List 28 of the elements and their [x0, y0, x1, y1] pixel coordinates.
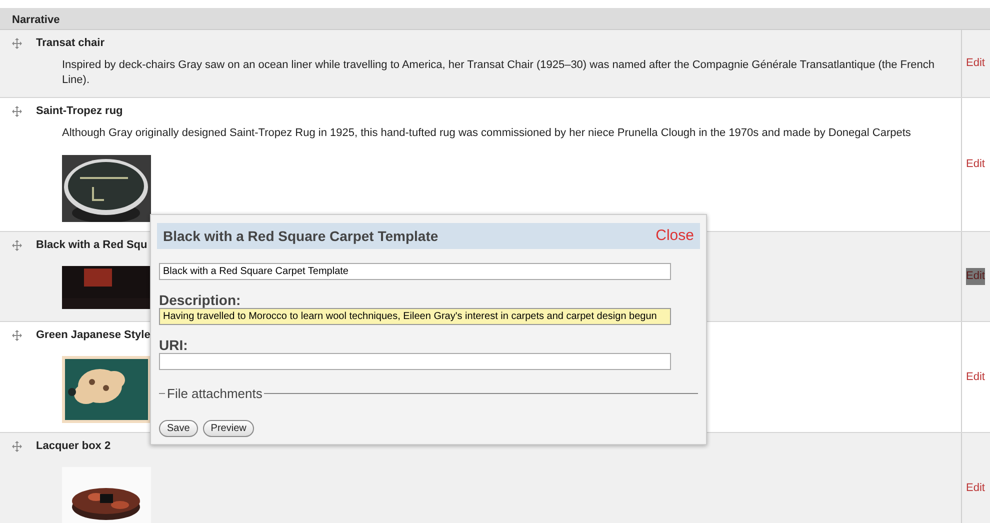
- dialog-title: Black with a Red Square Carpet Template: [163, 226, 438, 246]
- item-description: Although Gray originally designed Saint-Tropez Rug in 1925, this hand-tufted rug was commissioned by her niece Prunella Clough in the 1970s and made by Donegal Carpets: [61, 126, 912, 141]
- item-title: Green Japanese Style: [36, 329, 150, 342]
- edit-link[interactable]: Edit: [966, 480, 985, 496]
- item-title: Black with a Red Squ: [36, 239, 148, 252]
- drag-handle-icon[interactable]: [12, 441, 22, 452]
- drag-handle-icon[interactable]: [12, 106, 22, 117]
- field-label: URI:: [159, 337, 189, 353]
- edit-link[interactable]: Edit: [966, 368, 985, 386]
- column-header: Narrative: [0, 8, 990, 30]
- edit-link[interactable]: Edit: [966, 55, 985, 72]
- fieldset-legend: File attachments: [165, 384, 264, 404]
- close-button[interactable]: Close: [656, 224, 694, 248]
- form-button[interactable]: Save: [159, 420, 198, 436]
- field-label: Description:: [159, 292, 242, 308]
- edit-link[interactable]: Edit: [966, 268, 985, 285]
- item-title: Lacquer box 2: [36, 440, 111, 453]
- item-description: Inspired by deck-chairs Gray saw on an ocean liner while travelling to America, her Transat Chair (1925–30) was named after the Compagnie Générale Transatlantique (the French Line).: [61, 58, 936, 88]
- input-field[interactable]: Black with a Red Square Carpet Template: [159, 263, 671, 280]
- item-title: Transat chair: [36, 37, 104, 50]
- input-field[interactable]: Having travelled to Morocco to learn wool techniques, Eileen Gray's interest in carpets and carpet design begun: [159, 308, 671, 325]
- drag-handle-icon[interactable]: [12, 240, 22, 251]
- item-title: Saint-Tropez rug: [36, 105, 123, 118]
- drag-handle-icon[interactable]: [12, 330, 22, 341]
- drag-handle-icon[interactable]: [12, 38, 22, 49]
- input-field[interactable]: [159, 353, 671, 370]
- form-button[interactable]: Preview: [202, 420, 254, 436]
- edit-link[interactable]: Edit: [966, 156, 985, 173]
